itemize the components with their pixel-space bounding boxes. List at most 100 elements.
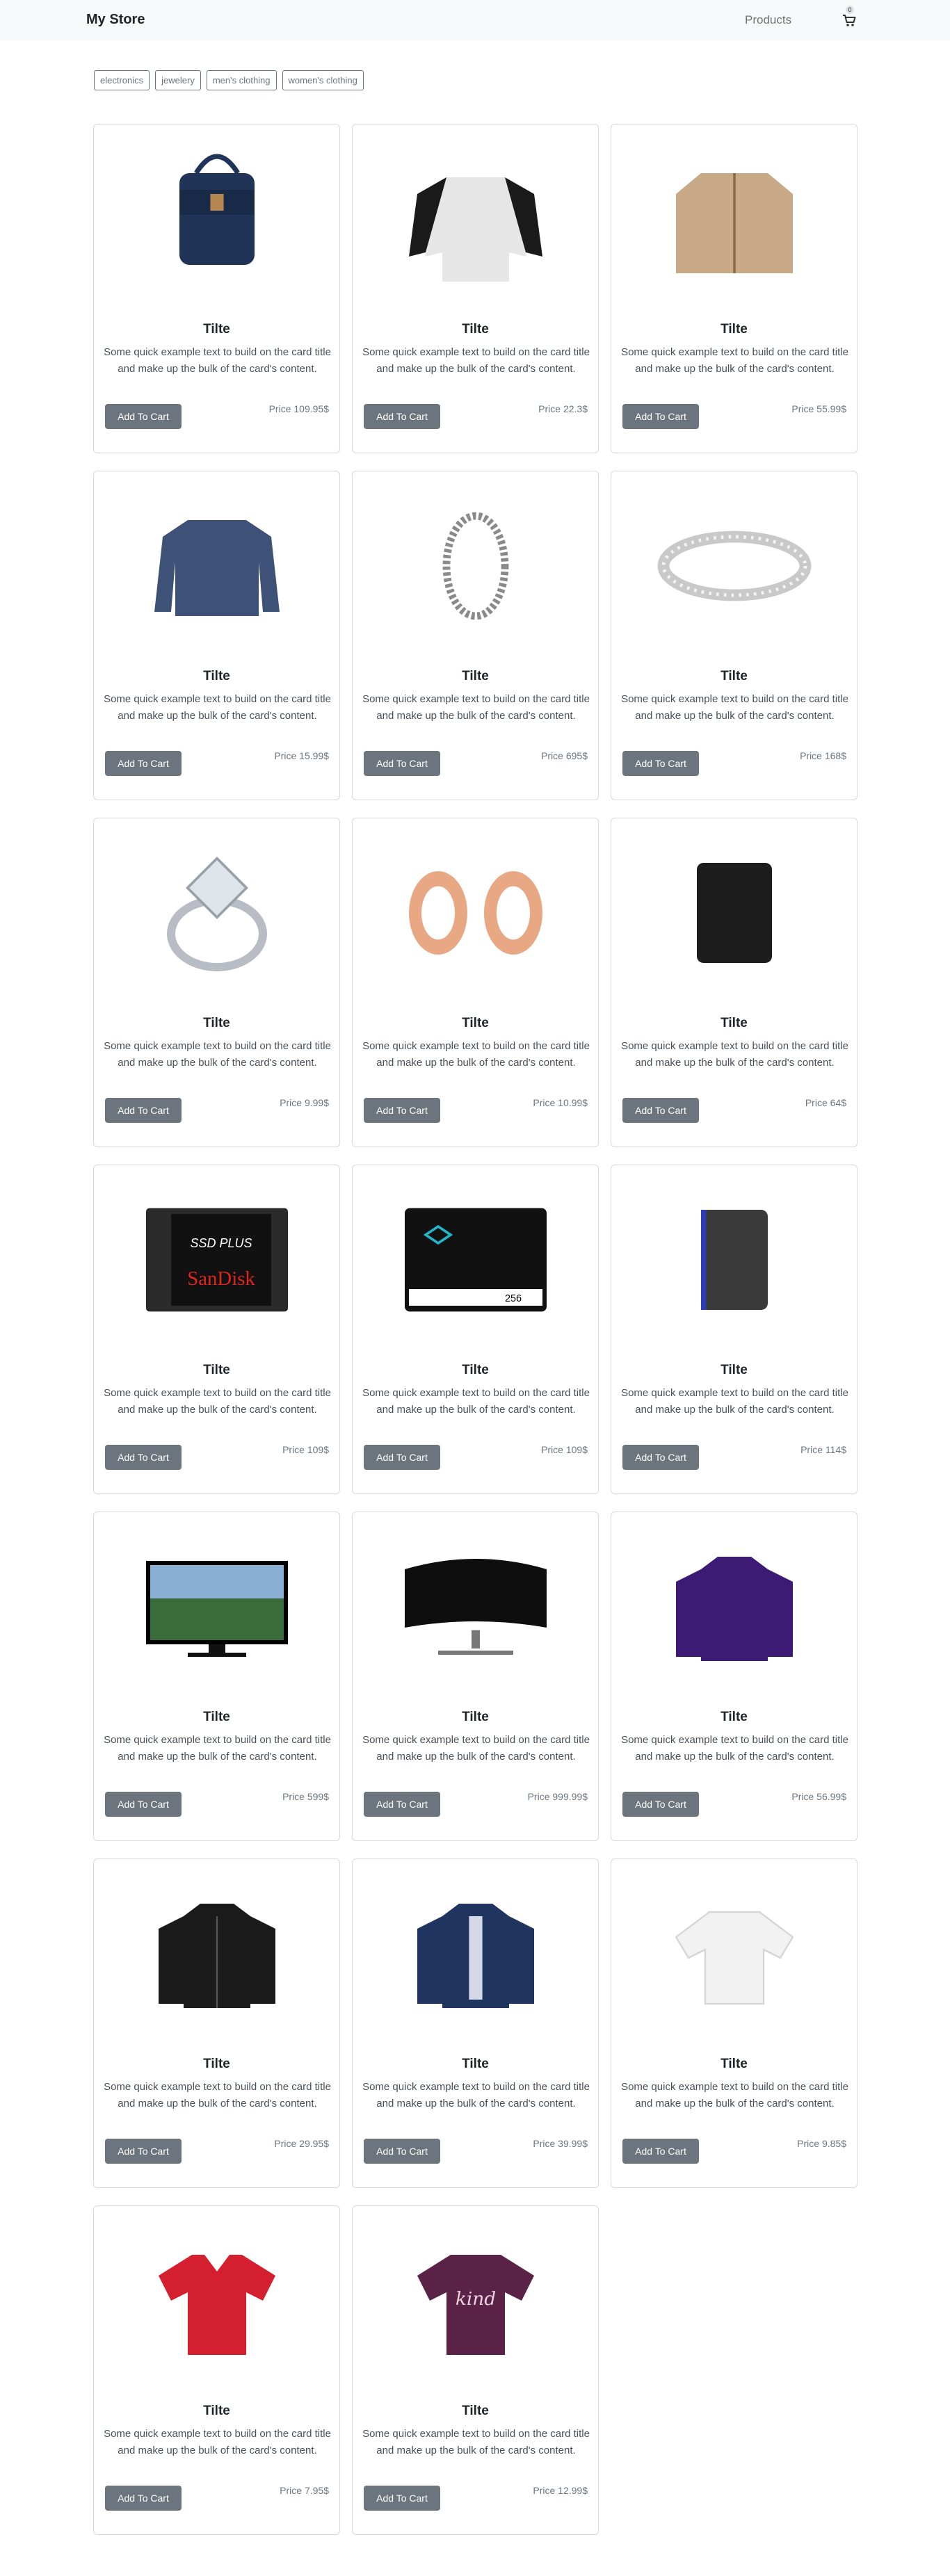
- product-card: Tilte Some quick example text to build o…: [93, 124, 340, 453]
- add-to-cart-button[interactable]: Add To Cart: [105, 1445, 182, 1470]
- product-card: Tilte Some quick example text to build o…: [93, 471, 340, 800]
- product-image: [97, 1862, 337, 2046]
- filter-men-s-clothing-button[interactable]: men's clothing: [206, 70, 277, 90]
- product-image: [355, 474, 595, 658]
- product-card: Tilte Some quick example text to build o…: [352, 471, 599, 800]
- purple-tshirt-icon: kind: [417, 2255, 534, 2355]
- product-title: Tilte: [203, 2404, 230, 2418]
- cart-icon: [843, 15, 856, 26]
- add-to-cart-button[interactable]: Add To Cart: [364, 751, 440, 776]
- product-card: Tilte Some quick example text to build o…: [611, 818, 858, 1147]
- add-to-cart-button[interactable]: Add To Cart: [105, 2486, 182, 2511]
- product-image: [97, 127, 337, 311]
- product-description: Some quick example text to build on the …: [621, 1734, 848, 1763]
- add-to-cart-button[interactable]: Add To Cart: [622, 1445, 699, 1470]
- add-to-cart-button[interactable]: Add To Cart: [622, 1792, 699, 1817]
- product-card: Tilte Some quick example text to build o…: [352, 1858, 599, 2188]
- add-to-cart-button[interactable]: Add To Cart: [105, 2139, 182, 2164]
- product-image: [355, 127, 595, 311]
- raglan-tshirt-icon: [408, 177, 542, 282]
- product-description: Some quick example text to build on the …: [362, 346, 590, 375]
- cotton-jacket-icon: [675, 173, 793, 273]
- red-tshirt-icon: [158, 2255, 275, 2355]
- product-image: [614, 127, 854, 311]
- add-to-cart-button[interactable]: Add To Cart: [364, 404, 440, 429]
- leather-jacket-icon: [158, 1904, 275, 2008]
- product-description: Some quick example text to build on the …: [104, 1734, 331, 1763]
- product-image: [355, 1862, 595, 2046]
- filter-electronics-button[interactable]: electronics: [94, 70, 150, 90]
- rain-jacket-icon: [417, 1904, 534, 2008]
- monitor-icon: [145, 1561, 288, 1657]
- product-card: 256 Tilte Some quick example text to bui…: [352, 1165, 599, 1494]
- add-to-cart-button[interactable]: Add To Cart: [364, 2139, 440, 2164]
- nav-products-link[interactable]: Products: [745, 13, 791, 27]
- brand-logo[interactable]: My Store: [86, 12, 145, 28]
- product-price: Price 999.99$: [527, 1791, 588, 1802]
- product-image: [614, 1862, 854, 2046]
- portable-drive-icon: [700, 1210, 768, 1310]
- product-card: Tilte Some quick example text to build o…: [352, 124, 599, 453]
- product-card: Tilte Some quick example text to build o…: [611, 1858, 858, 2188]
- product-title: Tilte: [720, 669, 748, 683]
- navbar: My Store Products 0: [0, 0, 950, 40]
- product-card: Tilte Some quick example text to build o…: [93, 818, 340, 1147]
- product-title: Tilte: [462, 322, 489, 337]
- add-to-cart-button[interactable]: Add To Cart: [105, 751, 182, 776]
- cart-button[interactable]: 0: [841, 6, 859, 29]
- product-image: [614, 1168, 854, 1352]
- product-grid: Tilte Some quick example text to build o…: [93, 124, 859, 2535]
- product-description: Some quick example text to build on the …: [104, 1040, 331, 1069]
- add-to-cart-button[interactable]: Add To Cart: [364, 1445, 440, 1470]
- product-price: Price 55.99$: [791, 403, 846, 414]
- product-image: [355, 1515, 595, 1699]
- product-title: Tilte: [462, 1363, 489, 1377]
- product-title: Tilte: [462, 669, 489, 683]
- product-title: Tilte: [720, 1710, 748, 1724]
- add-to-cart-button[interactable]: Add To Cart: [622, 751, 699, 776]
- product-title: Tilte: [203, 322, 230, 337]
- product-price: Price 168$: [800, 750, 846, 761]
- product-card: SSD PLUS SanDisk Tilte Some quick example…: [93, 1165, 340, 1494]
- product-card: Tilte Some quick example text to build o…: [93, 1512, 340, 1841]
- product-title: Tilte: [462, 2404, 489, 2418]
- product-image: [97, 2209, 337, 2392]
- backpack-icon: [179, 154, 255, 265]
- curved-monitor-icon: [404, 1559, 547, 1655]
- product-price: Price 10.99$: [533, 1097, 588, 1108]
- product-card: Tilte Some quick example text to build o…: [611, 1512, 858, 1841]
- add-to-cart-button[interactable]: Add To Cart: [622, 1098, 699, 1123]
- product-price: Price 15.99$: [274, 750, 329, 761]
- product-image: [614, 821, 854, 1005]
- filter-women-s-clothing-button[interactable]: women's clothing: [282, 70, 364, 90]
- white-top-icon: [674, 1911, 794, 2005]
- add-to-cart-button[interactable]: Add To Cart: [364, 1792, 440, 1817]
- product-description: Some quick example text to build on the …: [362, 1387, 590, 1416]
- add-to-cart-button[interactable]: Add To Cart: [105, 1792, 182, 1817]
- product-description: Some quick example text to build on the …: [621, 2081, 848, 2109]
- product-description: Some quick example text to build on the …: [621, 1040, 848, 1069]
- add-to-cart-button[interactable]: Add To Cart: [364, 1098, 440, 1123]
- product-image: kind: [355, 2209, 595, 2392]
- product-price: Price 109.95$: [268, 403, 329, 414]
- silver-ring-icon: [657, 530, 811, 601]
- add-to-cart-button[interactable]: Add To Cart: [622, 404, 699, 429]
- add-to-cart-button[interactable]: Add To Cart: [105, 1098, 182, 1123]
- product-price: Price 109$: [282, 1444, 329, 1455]
- product-card: Tilte Some quick example text to build o…: [352, 818, 599, 1147]
- add-to-cart-button[interactable]: Add To Cart: [105, 404, 182, 429]
- product-price: Price 22.3$: [538, 403, 588, 414]
- add-to-cart-button[interactable]: Add To Cart: [364, 2486, 440, 2511]
- product-price: Price 599$: [282, 1791, 329, 1802]
- product-title: Tilte: [203, 1363, 230, 1377]
- svg-text:SSD PLUS: SSD PLUS: [190, 1236, 252, 1250]
- product-title: Tilte: [720, 2057, 748, 2071]
- filter-jewelery-button[interactable]: jewelery: [155, 70, 201, 90]
- product-price: Price 9.85$: [797, 2138, 846, 2149]
- product-description: Some quick example text to build on the …: [362, 1040, 590, 1069]
- ssd-drive-icon: SSD PLUS SanDisk: [145, 1208, 288, 1312]
- product-card: Tilte Some quick example text to build o…: [93, 2205, 340, 2535]
- product-card: Tilte Some quick example text to build o…: [611, 124, 858, 453]
- product-description: Some quick example text to build on the …: [104, 346, 331, 375]
- add-to-cart-button[interactable]: Add To Cart: [622, 2139, 699, 2164]
